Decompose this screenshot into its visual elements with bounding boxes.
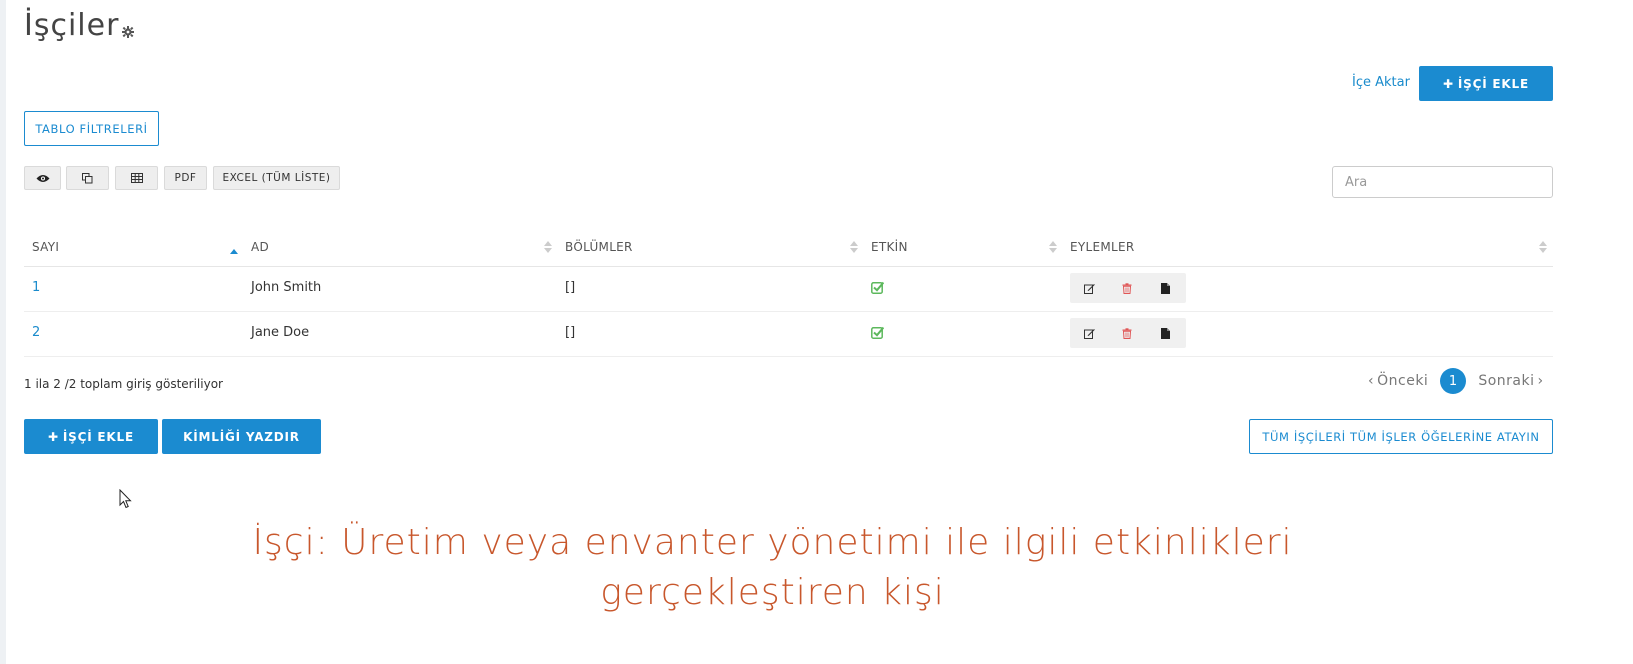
import-link[interactable]: İçe Aktar — [1352, 75, 1410, 90]
sort-icon[interactable] — [1539, 240, 1547, 254]
gear-icon[interactable] — [122, 26, 135, 38]
add-worker-label: İŞÇİ EKLE — [1457, 76, 1529, 91]
excel-button[interactable]: EXCEL (TÜM LİSTE) — [213, 166, 340, 190]
add-worker-button-bottom[interactable]: ✚ İŞÇİ EKLE — [24, 419, 158, 454]
print-id-button[interactable]: KİMLİĞİ YAZDIR — [162, 419, 321, 454]
table-filters-button[interactable]: TABLO FİLTRELERİ — [24, 111, 159, 146]
next-button[interactable]: Sonraki › — [1478, 373, 1543, 389]
row-number[interactable]: 1 — [32, 280, 40, 295]
column-header-sayi[interactable]: SAYI — [32, 240, 59, 254]
assign-all-workers-button[interactable]: TÜM İŞÇİLERİ TÜM İŞLER ÖĞELERİNE ATAYIN — [1249, 419, 1553, 454]
trash-icon — [1122, 327, 1132, 339]
file-icon — [1160, 282, 1170, 294]
worker-name: Jane Doe — [251, 325, 310, 340]
table-info: 1 ila 2 /2 toplam giriş gösteriliyor — [24, 377, 223, 391]
edit-icon — [1083, 328, 1095, 339]
page-1-button[interactable]: 1 — [1440, 368, 1467, 394]
caption: İşçi: Üretim veya envanter yönetimi ile … — [0, 518, 1545, 618]
delete-button[interactable] — [1108, 318, 1146, 348]
table-row: 2 Jane Doe [] — [24, 312, 1553, 357]
pagination: ‹ Önceki 1 Sonraki › — [1368, 368, 1544, 394]
add-worker-label: İŞÇİ EKLE — [62, 429, 134, 444]
worker-sections: [] — [565, 325, 576, 340]
sort-icon[interactable] — [544, 240, 552, 254]
table-header: SAYI AD BÖLÜMLER ETKİN EYLEMLER — [24, 228, 1553, 267]
worker-sections: [] — [565, 280, 576, 295]
add-worker-button-top[interactable]: ✚ İŞÇİ EKLE — [1419, 66, 1553, 101]
plus-icon: ✚ — [1443, 76, 1454, 91]
mouse-cursor-icon — [119, 489, 132, 509]
document-button[interactable] — [1146, 318, 1184, 348]
prev-button[interactable]: ‹ Önceki — [1368, 373, 1428, 389]
active-check-icon — [871, 326, 884, 339]
prev-label: Önceki — [1377, 373, 1429, 389]
sort-asc-icon[interactable] — [230, 240, 238, 254]
page-title: İşçiler — [24, 8, 120, 43]
delete-button[interactable] — [1108, 273, 1146, 303]
edit-button[interactable] — [1070, 318, 1108, 348]
active-check-icon — [871, 281, 884, 294]
row-number[interactable]: 2 — [32, 325, 40, 340]
trash-icon — [1122, 282, 1132, 294]
column-header-eylemler: EYLEMLER — [1070, 240, 1135, 254]
table-row: 1 John Smith [] — [24, 267, 1553, 312]
eye-icon — [36, 174, 49, 182]
next-label: Sonraki — [1478, 373, 1535, 389]
edit-icon — [1083, 283, 1095, 294]
workers-table: SAYI AD BÖLÜMLER ETKİN EYLEMLER 1 John S… — [24, 228, 1553, 357]
chevron-left-icon: ‹ — [1368, 373, 1375, 389]
document-button[interactable] — [1146, 273, 1184, 303]
chevron-right-icon: › — [1537, 373, 1544, 389]
worker-name: John Smith — [251, 280, 322, 295]
row-actions — [1070, 273, 1186, 303]
search-input[interactable] — [1332, 166, 1553, 198]
plus-icon: ✚ — [48, 429, 59, 444]
column-header-ad[interactable]: AD — [251, 240, 269, 254]
caption-line-2: gerçekleştiren kişi — [600, 572, 945, 613]
row-actions — [1070, 318, 1186, 348]
column-header-etkin[interactable]: ETKİN — [871, 240, 908, 254]
sort-icon[interactable] — [1049, 240, 1057, 254]
column-header-bolumler[interactable]: BÖLÜMLER — [565, 240, 633, 254]
copy-button[interactable] — [66, 166, 109, 190]
copy-icon — [82, 172, 93, 183]
edit-button[interactable] — [1070, 273, 1108, 303]
page-header: İşçiler — [24, 8, 135, 44]
table-icon — [130, 173, 143, 183]
sort-icon[interactable] — [850, 240, 858, 254]
pdf-button[interactable]: PDF — [164, 166, 207, 190]
csv-button[interactable] — [115, 166, 158, 190]
file-icon — [1160, 327, 1170, 339]
column-visibility-button[interactable] — [24, 166, 61, 190]
caption-line-1: İşçi: Üretim veya envanter yönetimi ile … — [252, 522, 1293, 563]
